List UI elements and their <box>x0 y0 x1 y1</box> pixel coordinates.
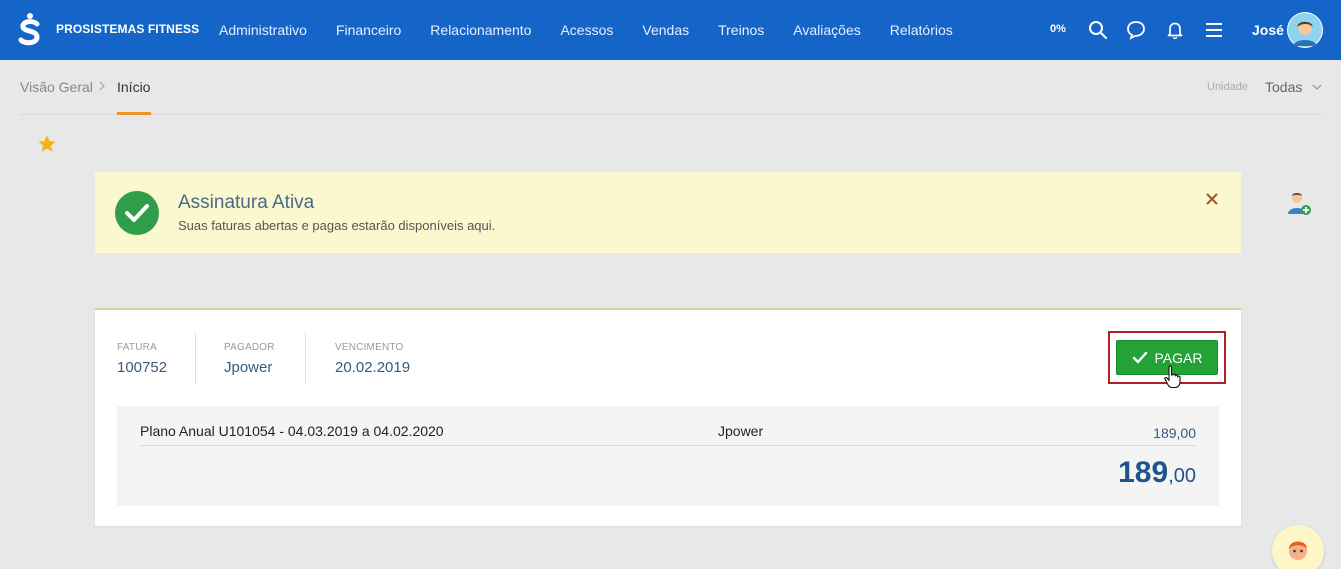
search-icon[interactable] <box>1088 20 1108 40</box>
close-icon[interactable] <box>1205 192 1219 206</box>
breadcrumb-visao-geral[interactable]: Visão Geral <box>20 79 93 95</box>
field-divider <box>305 332 306 384</box>
user-avatar-icon <box>1288 13 1322 47</box>
menu-icon[interactable] <box>1204 20 1224 40</box>
nav-item-vendas[interactable]: Vendas <box>642 22 689 38</box>
nav-item-financeiro[interactable]: Financeiro <box>336 22 401 38</box>
nav-item-treinos[interactable]: Treinos <box>718 22 764 38</box>
payer-label: PAGADOR <box>224 342 275 353</box>
invoice-card: FATURA 100752 PAGADOR Jpower VENCIMENTO … <box>95 308 1241 526</box>
invoice-number-field: FATURA 100752 <box>117 342 167 376</box>
payer-field: PAGADOR Jpower <box>224 342 275 376</box>
chat-icon[interactable] <box>1126 20 1146 40</box>
breadcrumb-inicio[interactable]: Início <box>117 79 150 95</box>
favorite-star-icon[interactable] <box>37 134 57 154</box>
nav-item-relatorios[interactable]: Relatórios <box>890 22 953 38</box>
item-payer: Jpower <box>718 423 764 439</box>
due-date-label: VENCIMENTO <box>335 342 404 353</box>
total-integer: 189 <box>1118 456 1169 489</box>
total-decimal: ,00 <box>1168 465 1196 487</box>
item-divider <box>140 445 1196 446</box>
nav-item-relacionamento[interactable]: Relacionamento <box>430 22 531 38</box>
logo-icon[interactable] <box>16 12 44 46</box>
pay-button-label: PAGAR <box>1154 349 1203 366</box>
support-chat-button[interactable] <box>1272 525 1324 569</box>
top-navbar: PROSISTEMAS FITNESS Administrativo Finan… <box>0 0 1341 60</box>
check-icon <box>1132 351 1147 363</box>
alert-subtitle: Suas faturas abertas e pagas estarão dis… <box>178 218 496 233</box>
unit-select[interactable]: Todas <box>1265 79 1302 95</box>
active-tab-indicator <box>117 112 151 115</box>
due-date-value: 20.02.2019 <box>335 359 411 376</box>
user-name[interactable]: José <box>1252 22 1284 38</box>
alert-title: Assinatura Ativa <box>178 192 315 213</box>
item-amount: 189,00 <box>1153 425 1196 441</box>
bell-icon[interactable] <box>1165 20 1185 40</box>
invoice-items: Plano Anual U101054 - 04.03.2019 a 04.02… <box>117 406 1219 506</box>
invoice-number-label: FATURA <box>117 342 157 353</box>
nav-item-administrativo[interactable]: Administrativo <box>219 22 307 38</box>
field-divider <box>195 332 196 384</box>
avatar[interactable] <box>1287 12 1323 48</box>
invoice-total: 189,00 <box>1118 456 1196 490</box>
nav-item-avaliacoes[interactable]: Avaliações <box>793 22 860 38</box>
brand-name: PROSISTEMAS FITNESS <box>56 22 200 36</box>
chevron-down-icon[interactable] <box>1312 82 1322 92</box>
progress-indicator[interactable]: 0% <box>1050 23 1066 35</box>
check-circle-icon <box>115 191 159 235</box>
due-date-field: VENCIMENTO 20.02.2019 <box>335 342 410 376</box>
subscription-alert: Assinatura Ativa Suas faturas abertas e … <box>95 172 1241 253</box>
item-description: Plano Anual U101054 - 04.03.2019 a 04.02… <box>140 423 444 439</box>
main-nav: Administrativo Financeiro Relacionamento… <box>219 0 982 60</box>
chevron-right-icon <box>99 81 105 91</box>
unit-label: Unidade <box>1207 81 1248 93</box>
invoice-number-value: 100752 <box>117 359 168 376</box>
support-agent-icon <box>1289 541 1307 560</box>
hand-cursor-icon <box>1164 365 1181 389</box>
add-user-icon[interactable] <box>1286 190 1312 216</box>
payer-value: Jpower <box>224 359 273 376</box>
breadcrumb-divider <box>20 114 1323 115</box>
nav-item-acessos[interactable]: Acessos <box>560 22 613 38</box>
